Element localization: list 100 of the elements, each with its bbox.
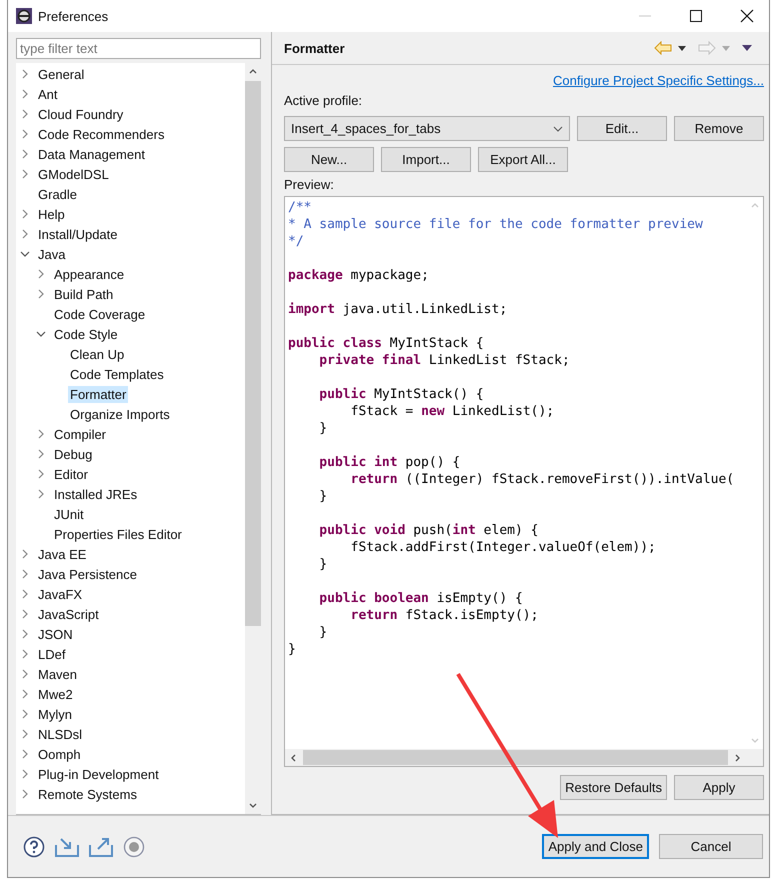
tree-item[interactable]: Compiler xyxy=(52,426,108,442)
tree-item[interactable]: Help xyxy=(36,206,67,222)
tree-item[interactable]: GModelDSL xyxy=(36,166,111,182)
code-line: return ((Integer) fStack.removeFirst()).intValue( xyxy=(350,471,736,488)
caret-icon xyxy=(553,126,563,132)
filter-field[interactable]: type filter text xyxy=(16,38,261,59)
chevron-icon[interactable] xyxy=(20,109,30,119)
tree-item[interactable]: JUnit xyxy=(52,506,86,522)
record-icon[interactable] xyxy=(123,836,145,858)
chevron-icon[interactable] xyxy=(20,209,30,219)
tree-item[interactable]: Mylyn xyxy=(36,706,74,722)
chevron-icon[interactable] xyxy=(36,269,46,279)
page-button[interactable]: Restore Defaults xyxy=(560,775,667,800)
code-line: fStack.addFirst(Integer.valueOf(elem)); xyxy=(350,539,657,556)
chevron-icon[interactable] xyxy=(36,469,46,479)
dropdown-icon[interactable] xyxy=(678,46,686,50)
chevron-icon[interactable] xyxy=(20,229,30,239)
chevron-icon[interactable] xyxy=(20,589,30,599)
tree-item[interactable]: Code Templates xyxy=(68,366,166,382)
tree-item[interactable]: Installed JREs xyxy=(52,486,140,502)
dialog-button[interactable]: Cancel xyxy=(659,834,763,859)
profile-action-button[interactable]: Export All... xyxy=(478,147,568,172)
tree-item[interactable]: Code Coverage xyxy=(52,306,148,322)
tree-item[interactable]: Cloud Foundry xyxy=(36,106,126,122)
help-icon[interactable] xyxy=(23,836,45,858)
chevron-icon[interactable] xyxy=(36,329,46,339)
profile-action-button[interactable]: New... xyxy=(284,147,374,172)
chevron-icon[interactable] xyxy=(20,669,30,679)
tree-item[interactable]: Code Style xyxy=(52,326,120,342)
profile-dropdown[interactable]: Insert_4_spaces_for_tabs xyxy=(284,116,570,141)
chevron-icon[interactable] xyxy=(20,769,30,779)
code-line: } xyxy=(318,420,328,437)
tree-item[interactable]: Ant xyxy=(36,86,60,102)
export-icon[interactable] xyxy=(89,836,113,856)
chevron-icon[interactable] xyxy=(20,729,30,739)
tree-item[interactable]: Java EE xyxy=(36,546,88,562)
chevron-icon[interactable] xyxy=(20,249,30,259)
dialog-button[interactable]: Apply and Close xyxy=(542,834,649,859)
close-icon[interactable] xyxy=(740,9,754,23)
tree-item[interactable]: Properties Files Editor xyxy=(52,526,184,542)
tree-item[interactable]: Maven xyxy=(36,666,80,682)
chevron-icon[interactable] xyxy=(36,429,46,439)
view-menu-icon[interactable] xyxy=(742,45,752,51)
tree-item[interactable]: JavaFX xyxy=(36,586,84,602)
tree-item[interactable]: Code Recommenders xyxy=(36,126,166,142)
chevron-icon[interactable] xyxy=(20,709,30,719)
tree-item[interactable]: Appearance xyxy=(52,266,126,282)
tree-item[interactable]: Oomph xyxy=(36,746,83,762)
chevron-icon[interactable] xyxy=(36,489,46,499)
tree-item[interactable]: Plug-in Development xyxy=(36,766,161,782)
tree-item[interactable]: JavaScript xyxy=(36,606,101,622)
tree-item[interactable]: Debug xyxy=(52,446,94,462)
tree-item[interactable]: Formatter xyxy=(68,386,128,402)
scrollbar[interactable] xyxy=(245,63,261,814)
chevron-icon[interactable] xyxy=(20,69,30,79)
configure-link[interactable]: Configure Project Specific Settings... xyxy=(553,73,764,88)
tree-item[interactable]: Clean Up xyxy=(68,346,126,362)
profile-button[interactable]: Edit... xyxy=(577,116,667,141)
tree-item[interactable]: Data Management xyxy=(36,146,147,162)
tree-item[interactable]: Remote Systems xyxy=(36,786,139,802)
chevron-icon[interactable] xyxy=(20,609,30,619)
chevron-icon[interactable] xyxy=(36,289,46,299)
tree-item[interactable]: NLSDsl xyxy=(36,726,84,742)
chevron-icon[interactable] xyxy=(20,629,30,639)
tree-item[interactable]: Editor xyxy=(52,466,90,482)
tree-item[interactable]: Gradle xyxy=(36,186,80,202)
tree-item[interactable]: LDef xyxy=(36,646,68,662)
chevron-icon[interactable] xyxy=(20,549,30,559)
code-line: private final LinkedList fStack; xyxy=(318,352,571,369)
chevron-icon[interactable] xyxy=(20,789,30,799)
chevron-icon[interactable] xyxy=(20,129,30,139)
maximize-icon[interactable] xyxy=(689,9,703,23)
tree-item[interactable]: Install/Update xyxy=(36,226,120,242)
code-line: } xyxy=(288,641,297,658)
chevron-icon[interactable] xyxy=(20,169,30,179)
tree-item[interactable]: Organize Imports xyxy=(68,406,172,422)
profile-button[interactable]: Remove xyxy=(674,116,764,141)
tree-item[interactable]: General xyxy=(36,66,86,82)
import-icon[interactable] xyxy=(55,836,79,856)
tree-item[interactable]: JSON xyxy=(36,626,75,642)
chevron-icon[interactable] xyxy=(20,689,30,699)
app-icon xyxy=(16,8,32,24)
chevron-icon[interactable] xyxy=(20,649,30,659)
chevron-icon[interactable] xyxy=(20,749,30,759)
code-line: * A sample source file for the code formatter preview xyxy=(288,216,704,233)
code-line: package mypackage; xyxy=(288,267,430,284)
chevron-icon[interactable] xyxy=(20,149,30,159)
tree-item[interactable]: Java xyxy=(36,246,68,262)
code-line: public MyIntStack() { xyxy=(318,386,485,403)
chevron-icon[interactable] xyxy=(36,449,46,459)
tree-item[interactable]: Java Persistence xyxy=(36,566,139,582)
page-button[interactable]: Apply xyxy=(674,775,764,800)
chevron-icon[interactable] xyxy=(20,569,30,579)
tree-item[interactable]: Mwe2 xyxy=(36,686,75,702)
chevron-icon[interactable] xyxy=(20,89,30,99)
tree-item[interactable]: Build Path xyxy=(52,286,116,302)
back-arrow-icon[interactable] xyxy=(654,41,672,55)
horizontal-scrollbar[interactable] xyxy=(285,749,763,766)
profile-action-button[interactable]: Import... xyxy=(381,147,471,172)
code-line: */ xyxy=(288,233,305,250)
